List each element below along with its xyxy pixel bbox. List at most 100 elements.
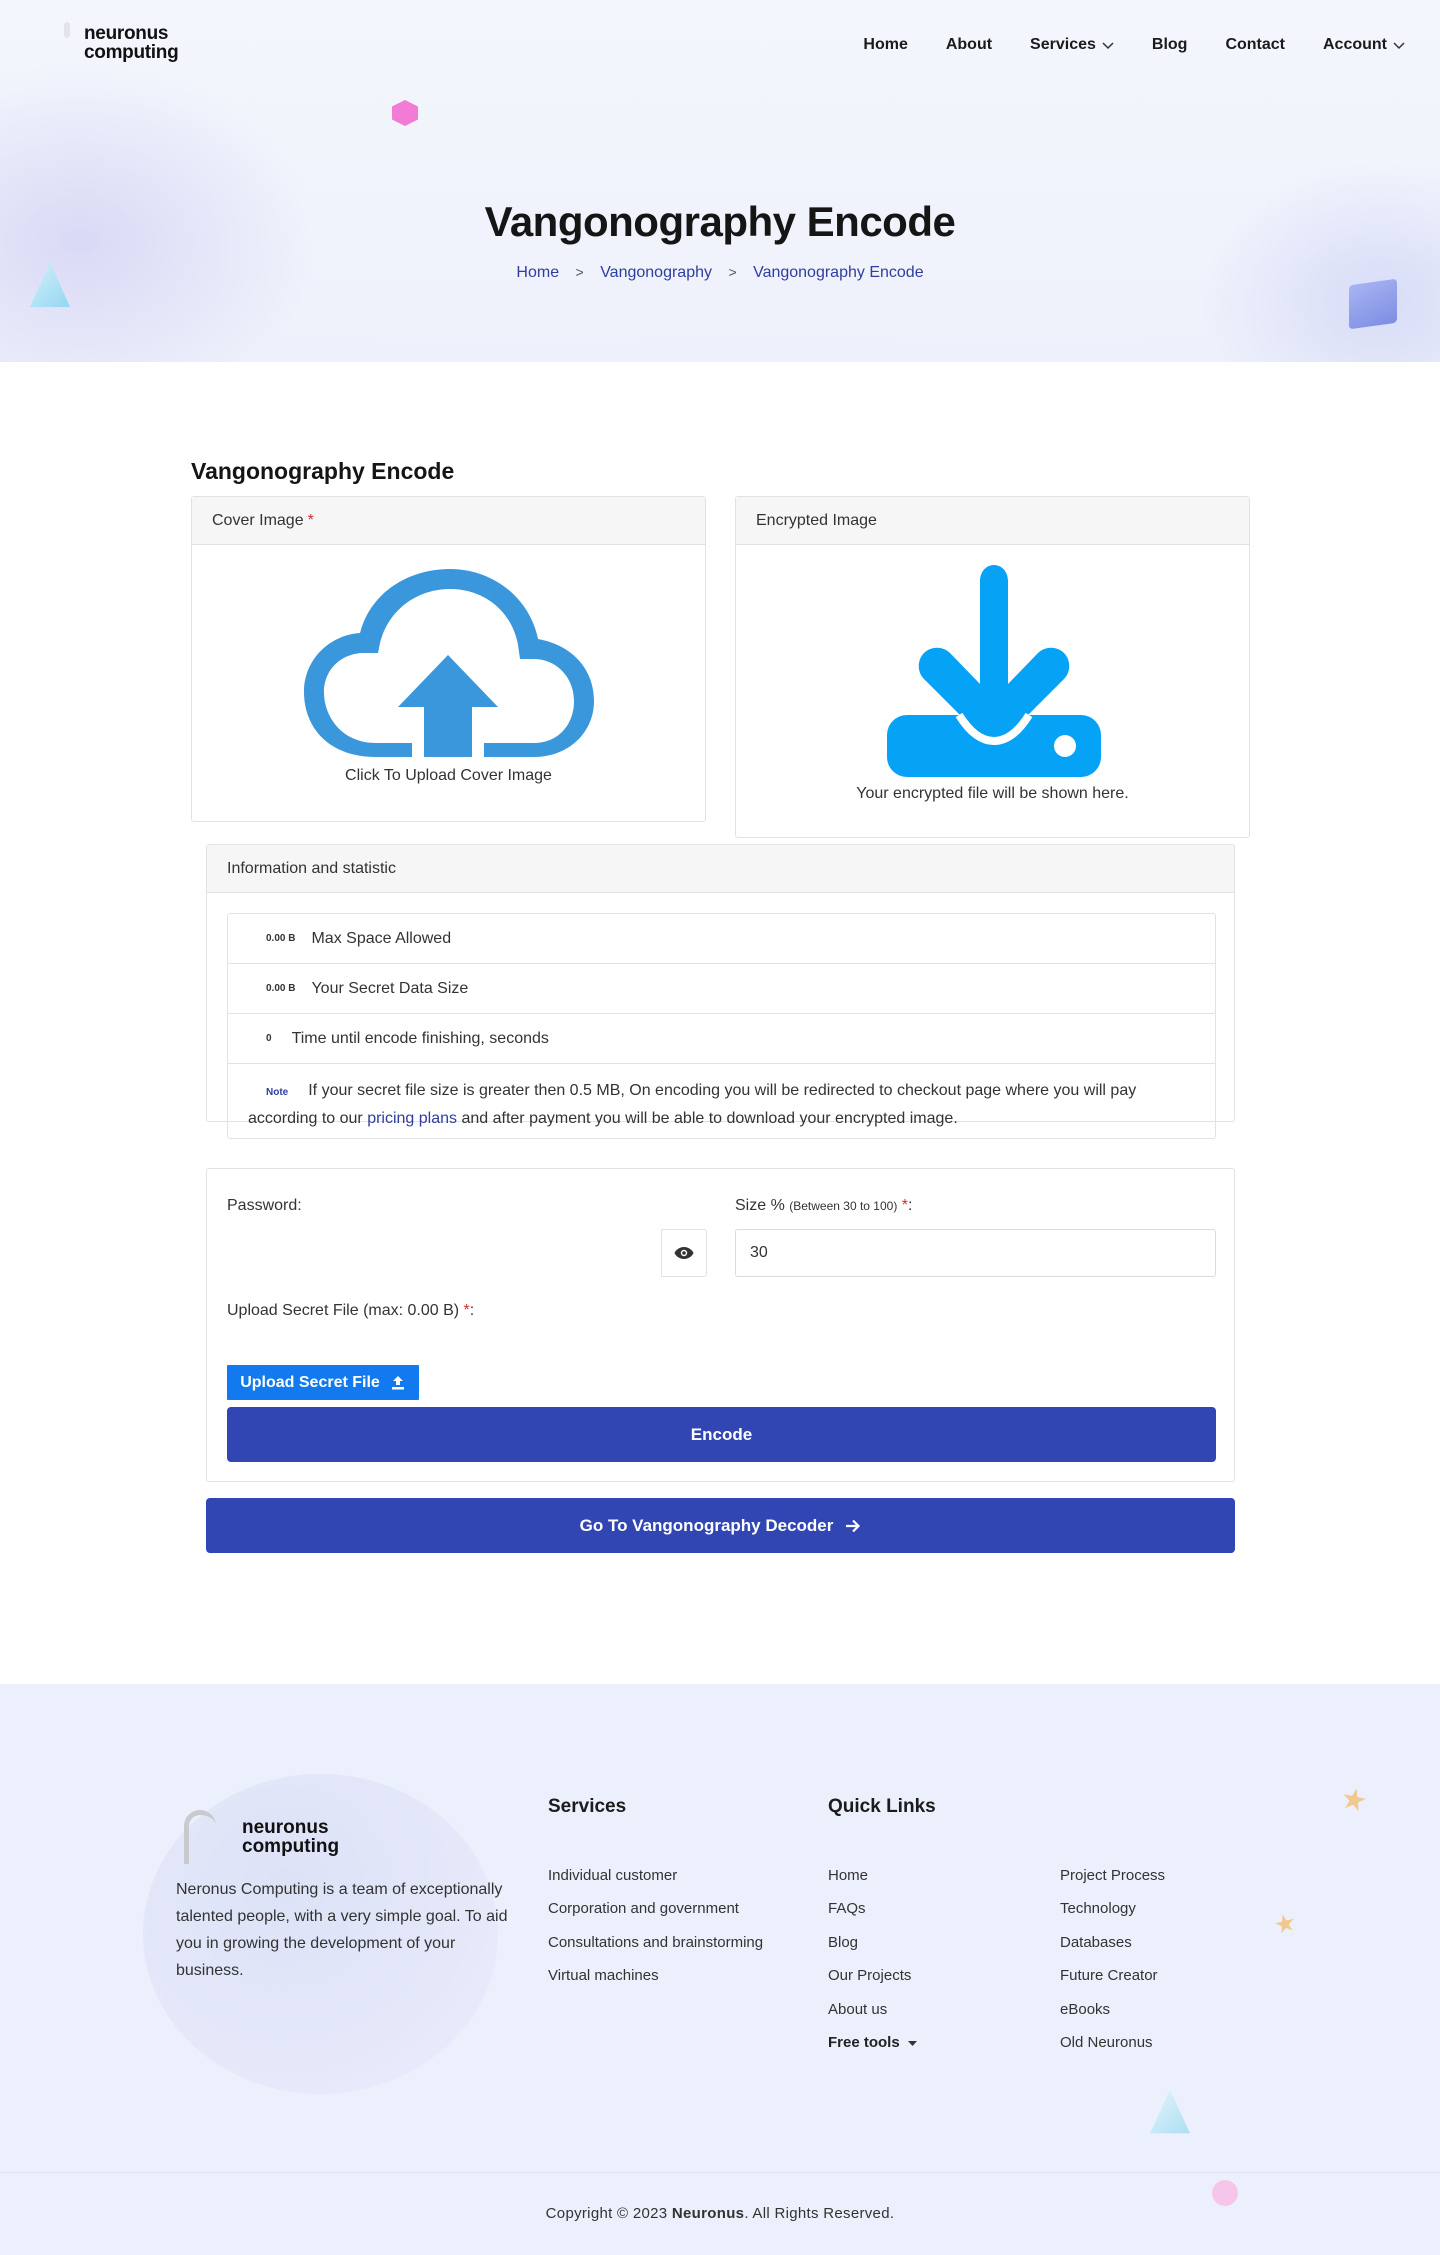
- copyright-brand: Neuronus: [671, 2205, 745, 2222]
- secret-size-badge: 0.00 B: [266, 983, 296, 994]
- brand-name-line2: computing: [84, 42, 179, 63]
- upload-secret-file-button[interactable]: Upload Secret File: [227, 1365, 419, 1400]
- list-item: 0.00 B Max Space Allowed: [228, 914, 1215, 964]
- brand-logo[interactable]: neuronus computing: [64, 22, 179, 63]
- encode-time-label: Time until encode finishing, seconds: [291, 1029, 549, 1047]
- main-nav: Home About Services Blog Contact Account: [844, 36, 1424, 54]
- footer-link[interactable]: Project Process: [1060, 1866, 1165, 1899]
- footer-quick-links-list-2: Project Process Technology Databases Fut…: [1060, 1866, 1165, 2066]
- site-footer: neuronus computing Neronus Computing is …: [0, 1684, 1440, 2255]
- nav-account[interactable]: Account: [1304, 36, 1424, 54]
- footer-link[interactable]: Home: [828, 1866, 917, 1899]
- breadcrumb-home[interactable]: Home: [516, 264, 559, 281]
- hexagon-decoration-icon: [392, 100, 418, 126]
- footer-link[interactable]: About us: [828, 2000, 917, 2033]
- footer-link[interactable]: Databases: [1060, 1933, 1165, 1966]
- breadcrumb: Home > Vangonography > Vangonography Enc…: [0, 264, 1440, 282]
- footer-link[interactable]: eBooks: [1060, 2000, 1165, 2033]
- footer-services-list: Individual customer Corporation and gove…: [548, 1866, 763, 2000]
- breadcrumb-vangonography[interactable]: Vangonography: [600, 264, 712, 281]
- chevron-down-icon: [1102, 42, 1114, 50]
- cube-decoration-icon: [1349, 278, 1397, 330]
- upload-icon: [391, 1375, 404, 1389]
- upload-secret-label: Upload Secret File (max: 0.00 B) *:: [227, 1302, 475, 1319]
- encode-time-badge: 0: [266, 1033, 272, 1044]
- breadcrumb-separator: >: [728, 264, 737, 280]
- hero-glow: [1200, 160, 1440, 362]
- nav-blog[interactable]: Blog: [1133, 36, 1207, 54]
- footer-link[interactable]: Future Creator: [1060, 1966, 1165, 1999]
- sphere-decoration-icon: [1212, 2180, 1238, 2206]
- arrow-right-icon: [846, 1519, 861, 1532]
- encrypted-image-card: Encrypted Image Your encrypted file will…: [735, 496, 1250, 838]
- footer-logo[interactable]: neuronus computing: [184, 1810, 339, 1864]
- max-space-badge: 0.00 B: [266, 933, 296, 944]
- logo-mark-icon: [184, 1810, 216, 1864]
- footer-quick-links-title: Quick Links: [828, 1796, 936, 1817]
- encode-button[interactable]: Encode: [227, 1407, 1216, 1462]
- footer-link[interactable]: Corporation and government: [548, 1899, 763, 1932]
- secret-size-label: Your Secret Data Size: [311, 979, 469, 997]
- brand-name-line1: neuronus: [242, 1817, 329, 1838]
- footer-link[interactable]: Old Neuronus: [1060, 2033, 1165, 2066]
- go-to-decoder-button[interactable]: Go To Vangonography Decoder: [206, 1498, 1235, 1553]
- size-hint: (Between 30 to 100): [789, 1199, 898, 1213]
- footer-services-title: Services: [548, 1796, 627, 1817]
- info-list: 0.00 B Max Space Allowed 0.00 B Your Sec…: [227, 913, 1216, 1139]
- info-card: Information and statistic 0.00 B Max Spa…: [206, 844, 1235, 1139]
- cover-image-card: Cover Image * Click To Upload Cover Image: [191, 496, 706, 822]
- nav-services[interactable]: Services: [1011, 36, 1133, 54]
- pricing-plans-link[interactable]: pricing plans: [367, 1110, 457, 1127]
- chevron-down-icon: [1393, 42, 1405, 50]
- star-decoration-icon: [1273, 1912, 1297, 1936]
- nav-contact[interactable]: Contact: [1206, 36, 1304, 54]
- free-tools-dropdown[interactable]: Free tools: [828, 2033, 917, 2066]
- copyright: Copyright © 2023 Neuronus. All Rights Re…: [545, 2205, 895, 2222]
- footer-link[interactable]: Blog: [828, 1933, 917, 1966]
- page-header: neuronus computing Home About Services B…: [0, 0, 1440, 362]
- footer-link[interactable]: Consultations and brainstorming: [548, 1933, 763, 1966]
- required-marker: *: [307, 511, 314, 529]
- star-decoration-icon: [1340, 1786, 1368, 1814]
- encode-form-card: Password: Size % (Between 30 to 100) *: …: [206, 1168, 1235, 1482]
- footer-link[interactable]: Individual customer: [548, 1866, 763, 1899]
- password-input[interactable]: [227, 1229, 693, 1277]
- note-item: Note If your secret file size is greater …: [228, 1064, 1215, 1138]
- download-icon: [887, 565, 1101, 777]
- footer-description: Neronus Computing is a team of exception…: [176, 1881, 508, 1979]
- size-label: Size % (Between 30 to 100) *:: [735, 1197, 913, 1214]
- page-title: Vangonography Encode: [484, 198, 956, 245]
- brand-name-line1: neuronus: [84, 23, 169, 44]
- nav-home[interactable]: Home: [844, 36, 926, 54]
- max-space-label: Max Space Allowed: [311, 929, 452, 947]
- footer-link[interactable]: Technology: [1060, 1899, 1165, 1932]
- size-percent-input[interactable]: [735, 1229, 1216, 1277]
- cover-image-header: Cover Image *: [192, 497, 705, 545]
- note-text-after: and after payment you will be able to do…: [457, 1110, 958, 1127]
- encrypted-caption: Your encrypted file will be shown here.: [856, 785, 1129, 802]
- footer-link[interactable]: FAQs: [828, 1899, 917, 1932]
- section-title: Vangonography Encode: [191, 458, 455, 484]
- breadcrumb-separator: >: [575, 264, 584, 280]
- footer-link[interactable]: Virtual machines: [548, 1966, 763, 1999]
- encrypted-image-preview: Your encrypted file will be shown here.: [736, 545, 1249, 823]
- footer-divider: [0, 2172, 1440, 2173]
- toggle-password-button[interactable]: [661, 1229, 707, 1277]
- eye-icon: [674, 1247, 694, 1259]
- cover-image-upload[interactable]: Click To Upload Cover Image: [192, 545, 705, 823]
- footer-quick-links-list: Home FAQs Blog Our Projects About us Fre…: [828, 1866, 917, 2066]
- upload-caption: Click To Upload Cover Image: [345, 767, 552, 784]
- note-badge: Note: [266, 1087, 289, 1098]
- cloud-upload-icon: [304, 569, 594, 757]
- info-header: Information and statistic: [207, 845, 1234, 893]
- caret-down-icon: [907, 2040, 917, 2046]
- nav-about[interactable]: About: [927, 36, 1011, 54]
- encrypted-image-header: Encrypted Image: [736, 497, 1249, 545]
- password-label: Password:: [227, 1197, 302, 1214]
- list-item: 0 Time until encode finishing, seconds: [228, 1014, 1215, 1064]
- logo-mark-icon: [64, 22, 70, 38]
- breadcrumb-current: Vangonography Encode: [753, 264, 924, 281]
- brand-name-line2: computing: [242, 1836, 340, 1857]
- list-item: 0.00 B Your Secret Data Size: [228, 964, 1215, 1014]
- footer-link[interactable]: Our Projects: [828, 1966, 917, 1999]
